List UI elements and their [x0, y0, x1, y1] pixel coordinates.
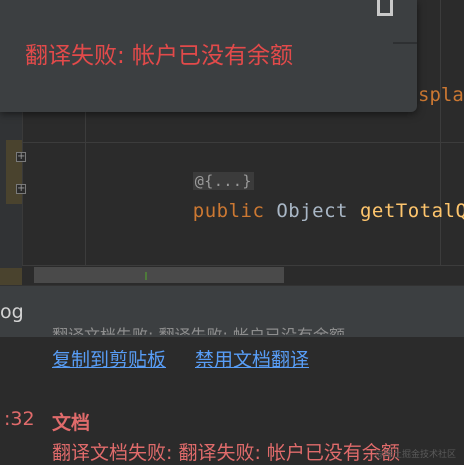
scrollbar-thumb[interactable]	[34, 267, 284, 283]
panel-title: og	[0, 301, 24, 323]
log-entry-partial: 翻译文档失败: 翻译失败: 帐户已没有余额	[52, 322, 452, 335]
error-message: 翻译失败: 帐户已没有余额	[25, 43, 294, 69]
fold-expand-icon[interactable]: +	[16, 184, 26, 194]
copy-to-clipboard-link[interactable]: 复制到剪贴板	[52, 345, 166, 372]
gutter-highlight	[6, 140, 22, 204]
log-entry-title: 文档	[52, 412, 91, 434]
divider	[393, 42, 417, 44]
method-separator	[22, 142, 464, 143]
gutter-highlight	[0, 268, 22, 285]
keyword-token: public	[192, 200, 265, 222]
log-entry-message: 翻译文档失败: 翻译失败: 帐户已没有余额	[52, 442, 400, 464]
watermark: @稀土掘金技术社区	[375, 450, 457, 460]
window-restore-icon[interactable]	[377, 0, 393, 16]
scrollbar-marker	[145, 272, 147, 280]
code-peek-text: spla	[418, 84, 464, 106]
code-line-method[interactable]: public Object getTotalQ	[145, 178, 464, 244]
type-token: Object	[276, 200, 348, 222]
log-entry-time: :32	[4, 408, 35, 430]
error-notification-popup[interactable]: 翻译失败: 帐户已没有余额	[0, 0, 417, 112]
method-name-token: getTotalQ	[359, 200, 464, 222]
fold-expand-icon[interactable]: +	[16, 152, 26, 162]
disable-doc-translation-link[interactable]: 禁用文档翻译	[195, 345, 309, 372]
